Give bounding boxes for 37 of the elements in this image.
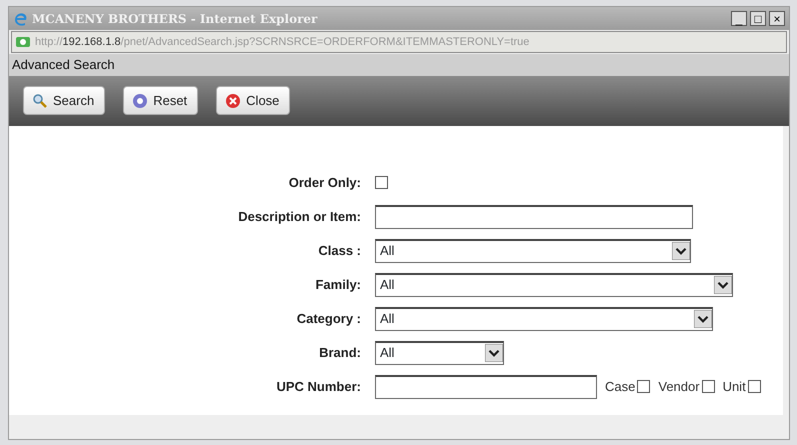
dropdown[interactable]: All xyxy=(375,272,733,296)
field-label: Brand: xyxy=(318,344,361,362)
checkbox[interactable] xyxy=(375,176,388,189)
dropdown[interactable]: All xyxy=(375,306,713,330)
input-field[interactable] xyxy=(375,374,597,398)
field-label: Class : xyxy=(317,242,361,260)
search-button[interactable]: Search xyxy=(23,86,106,116)
field-label: Order Only: xyxy=(288,174,361,192)
dropdown[interactable]: All xyxy=(375,340,504,364)
reset-icon xyxy=(132,92,148,108)
option-label: Case xyxy=(605,378,636,396)
chevron-down-icon xyxy=(694,310,712,328)
field-label: Description or Item: xyxy=(237,208,361,226)
minimize-button[interactable]: _ xyxy=(731,11,747,26)
dropdown[interactable]: All xyxy=(375,238,691,262)
close-button[interactable]: Close xyxy=(216,86,290,116)
option-label: Unit xyxy=(722,378,746,396)
checkbox[interactable] xyxy=(702,380,715,393)
close-icon xyxy=(225,92,242,108)
browser-logo-icon xyxy=(13,10,29,26)
chevron-down-icon xyxy=(485,344,503,362)
page-icon xyxy=(15,34,31,50)
chevron-down-icon xyxy=(714,276,732,294)
reset-button[interactable]: Reset xyxy=(123,86,198,116)
maximize-button[interactable]: □ xyxy=(750,11,766,26)
magnifier-icon xyxy=(32,92,48,108)
input-field[interactable] xyxy=(375,204,693,228)
field-label: UPC Number: xyxy=(275,378,361,396)
window-title: MCANENY BROTHERS - Internet Explorer xyxy=(32,10,318,28)
chevron-down-icon xyxy=(672,242,690,260)
checkbox[interactable] xyxy=(748,380,761,393)
field-label: Family: xyxy=(314,276,361,294)
page-title: Advanced Search xyxy=(9,54,789,76)
close-button[interactable]: × xyxy=(769,11,785,26)
option-label: Vendor xyxy=(658,378,700,396)
field-label: Category : xyxy=(296,310,361,328)
checkbox[interactable] xyxy=(637,380,650,393)
